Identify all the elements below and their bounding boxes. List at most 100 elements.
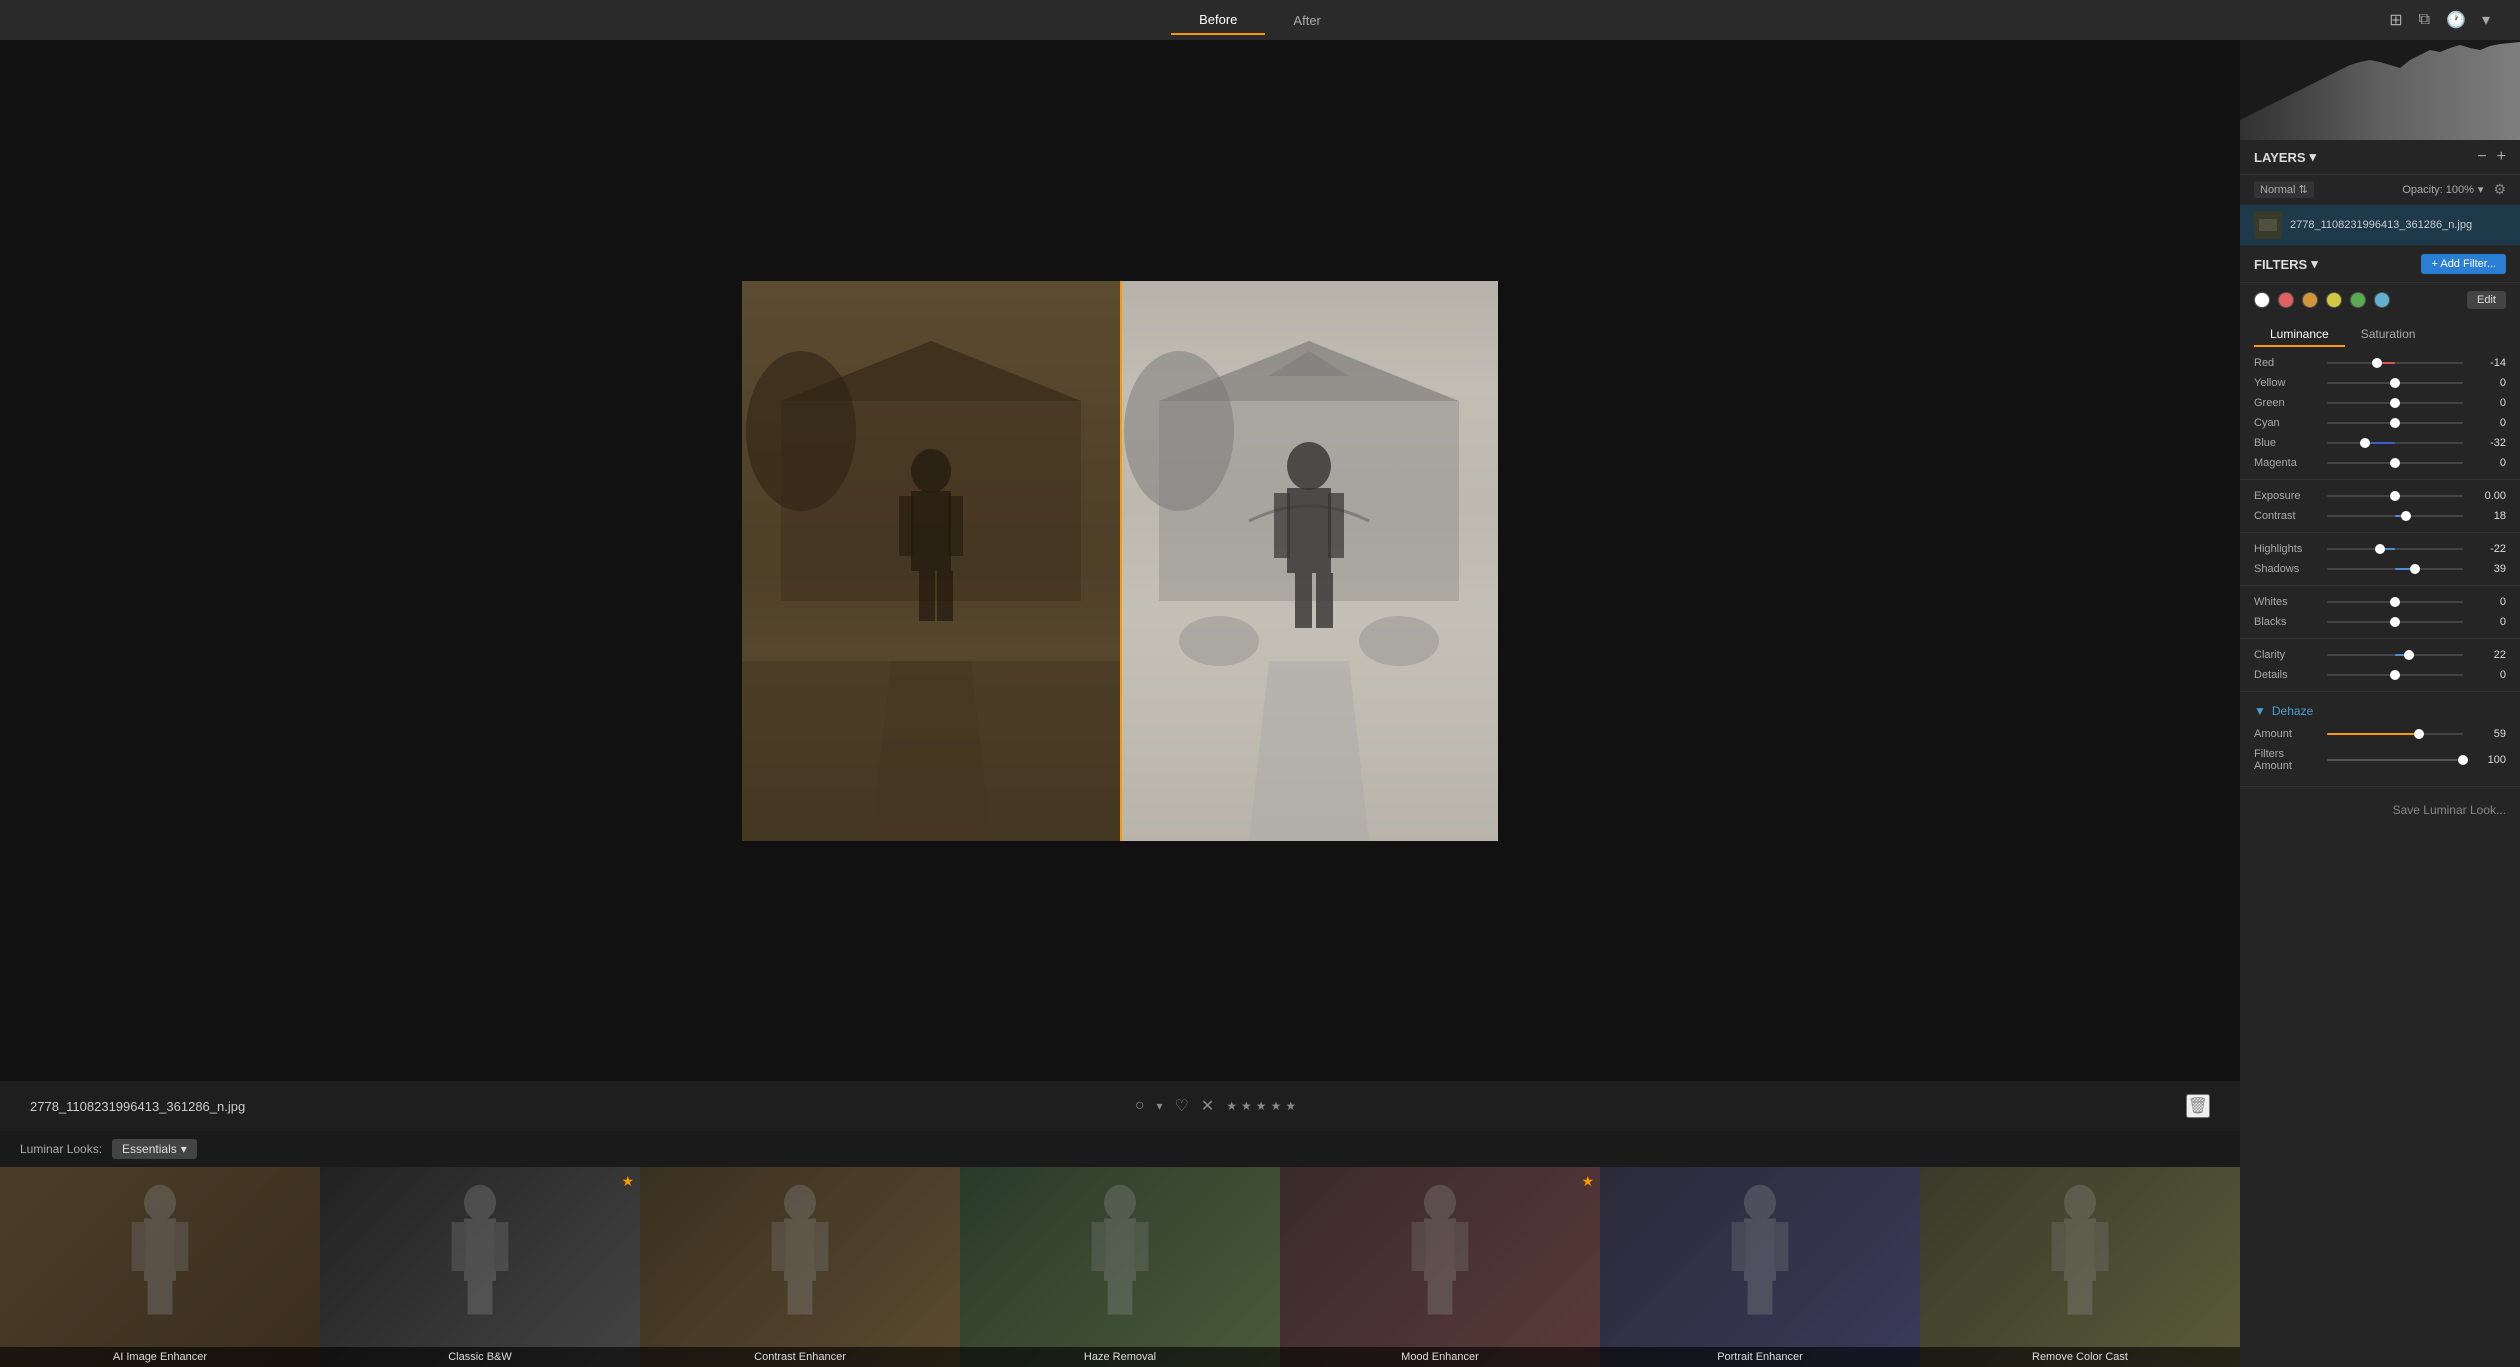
luminance-sliders-label-0: Red — [2254, 357, 2319, 369]
luminance-sliders-thumb-3 — [2390, 418, 2400, 428]
divider-6 — [2240, 786, 2520, 787]
luminance-sliders-track-0[interactable] — [2327, 362, 2463, 364]
blend-mode-select[interactable]: Normal ⇅ — [2254, 181, 2314, 198]
detail-sliders-track-1[interactable] — [2327, 674, 2463, 676]
look-label-2: Contrast Enhancer — [640, 1347, 960, 1367]
wb-sliders-track-0[interactable] — [2327, 601, 2463, 603]
luminance-sliders-thumb-4 — [2360, 438, 2370, 448]
before-image — [742, 281, 1120, 841]
edit-btn[interactable]: Edit — [2467, 291, 2506, 309]
look-label-1: Classic B&W — [320, 1347, 640, 1367]
delete-btn[interactable]: 🗑 — [2186, 1094, 2210, 1118]
dehaze-title: Dehaze — [2272, 704, 2313, 718]
histogram-svg — [2240, 40, 2520, 140]
clock-icon[interactable]: 🕐 — [2446, 10, 2466, 30]
dehaze-amount-track[interactable] — [2327, 733, 2463, 735]
add-filter-btn[interactable]: + Add Filter... — [2421, 254, 2506, 274]
circle-rating-btn[interactable]: ○ — [1135, 1097, 1145, 1115]
luminance-sliders-track-1[interactable] — [2327, 382, 2463, 384]
look-label-5: Portrait Enhancer — [1600, 1347, 1920, 1367]
tone-sliders-row-1: Contrast18 — [2240, 506, 2520, 526]
look-thumbnail-6[interactable]: Remove Color Cast — [1920, 1167, 2240, 1367]
light-sliders-thumb-1 — [2410, 564, 2420, 574]
light-sliders-track-0[interactable] — [2327, 548, 2463, 550]
luminance-sliders-thumb-5 — [2390, 458, 2400, 468]
detail-sliders-thumb-1 — [2390, 670, 2400, 680]
reject-btn[interactable]: ✕ — [1201, 1096, 1214, 1116]
luminance-sliders-thumb-2 — [2390, 398, 2400, 408]
compare-line[interactable] — [1120, 281, 1122, 841]
color-dot-white[interactable] — [2254, 292, 2270, 308]
luminance-sliders-track-5[interactable] — [2327, 462, 2463, 464]
tab-luminance[interactable]: Luminance — [2254, 323, 2345, 347]
divider-3 — [2240, 585, 2520, 586]
filters-amount-track[interactable] — [2327, 759, 2463, 761]
tab-saturation[interactable]: Saturation — [2345, 323, 2432, 347]
luminance-sliders-value-1: 0 — [2471, 377, 2506, 389]
tone-sliders: Exposure0.00Contrast18 — [2240, 486, 2520, 526]
look-thumbnail-3[interactable]: Haze Removal — [960, 1167, 1280, 1367]
luminance-sliders-label-4: Blue — [2254, 437, 2319, 449]
detail-sliders-row-1: Details0 — [2240, 665, 2520, 685]
luminance-sliders-value-0: -14 — [2471, 357, 2506, 369]
gear-btn[interactable]: ⚙ — [2493, 181, 2506, 198]
looks-label: Luminar Looks: — [20, 1142, 102, 1156]
opacity-control: Opacity: 100% ▾ — [2402, 183, 2483, 196]
detail-sliders-value-1: 0 — [2471, 669, 2506, 681]
heart-btn[interactable]: ♡ — [1175, 1096, 1189, 1116]
luminance-sliders-label-3: Cyan — [2254, 417, 2319, 429]
luminance-sliders-track-3[interactable] — [2327, 422, 2463, 424]
before-button[interactable]: Before — [1171, 6, 1265, 35]
luminance-sliders-track-4[interactable] — [2327, 442, 2463, 444]
tone-sliders-track-0[interactable] — [2327, 495, 2463, 497]
luminance-sliders-track-2[interactable] — [2327, 402, 2463, 404]
bottom-bar: 2778_1108231996413_361286_n.jpg ○ ▾ ♡ ✕ … — [0, 1081, 2240, 1131]
color-dot-green[interactable] — [2350, 292, 2366, 308]
luminance-sliders-row-3: Cyan 0 — [2240, 413, 2520, 433]
filters-amount-fill — [2327, 759, 2463, 761]
light-sliders-value-0: -22 — [2471, 543, 2506, 555]
tone-sliders-value-1: 18 — [2471, 510, 2506, 522]
wb-sliders: Whites0Blacks0 — [2240, 592, 2520, 632]
sub-tabs: Luminance Saturation — [2240, 317, 2520, 353]
wb-sliders-track-1[interactable] — [2327, 621, 2463, 623]
tone-sliders-track-1[interactable] — [2327, 515, 2463, 517]
after-button[interactable]: After — [1265, 6, 1348, 35]
luminance-sliders-value-4: -32 — [2471, 437, 2506, 449]
before-svg — [742, 281, 1120, 841]
layers-plus-btn[interactable]: + — [2497, 148, 2506, 166]
detail-sliders-track-0[interactable] — [2327, 654, 2463, 656]
after-svg — [1120, 281, 1498, 841]
light-sliders-value-1: 39 — [2471, 563, 2506, 575]
light-sliders-label-0: Highlights — [2254, 543, 2319, 555]
luminar-looks: Luminar Looks: Essentials ▾ AI Image Enh… — [0, 1131, 2240, 1367]
color-dot-orange[interactable] — [2302, 292, 2318, 308]
dehaze-amount-fill — [2327, 733, 2419, 735]
look-thumbnail-0[interactable]: AI Image Enhancer — [0, 1167, 320, 1367]
light-sliders-track-1[interactable] — [2327, 568, 2463, 570]
color-dot-red[interactable] — [2278, 292, 2294, 308]
look-thumbnail-1[interactable]: Classic B&W★ — [320, 1167, 640, 1367]
color-dot-yellow[interactable] — [2326, 292, 2342, 308]
before-after-toggle: Before After — [1171, 6, 1349, 35]
look-thumbnail-4[interactable]: Mood Enhancer★ — [1280, 1167, 1600, 1367]
look-thumbnail-5[interactable]: Portrait Enhancer — [1600, 1167, 1920, 1367]
layer-thumbnail — [2254, 211, 2282, 239]
layers-minus-btn[interactable]: − — [2477, 148, 2486, 166]
detail-sliders-row-0: Clarity22 — [2240, 645, 2520, 665]
look-label-0: AI Image Enhancer — [0, 1347, 320, 1367]
look-thumbnail-2[interactable]: Contrast Enhancer — [640, 1167, 960, 1367]
luminance-sliders-value-3: 0 — [2471, 417, 2506, 429]
color-dots-row: Edit — [2240, 283, 2520, 317]
luminance-sliders-thumb-1 — [2390, 378, 2400, 388]
tone-sliders-thumb-1 — [2401, 511, 2411, 521]
dehaze-section-header[interactable]: ▼ Dehaze — [2240, 698, 2520, 724]
layers-icon[interactable]: ⧉ — [2419, 11, 2430, 29]
file-name-label: 2778_1108231996413_361286_n.jpg — [30, 1099, 245, 1114]
image-icon[interactable]: ⊞ — [2389, 10, 2402, 30]
star-rating[interactable]: ★ ★ ★ ★ ★ — [1226, 1099, 1296, 1113]
color-dot-cyan[interactable] — [2374, 292, 2390, 308]
wb-sliders-label-1: Blacks — [2254, 616, 2319, 628]
save-luminar-look-btn[interactable]: Save Luminar Look... — [2240, 793, 2520, 827]
essentials-dropdown[interactable]: Essentials ▾ — [112, 1139, 197, 1159]
